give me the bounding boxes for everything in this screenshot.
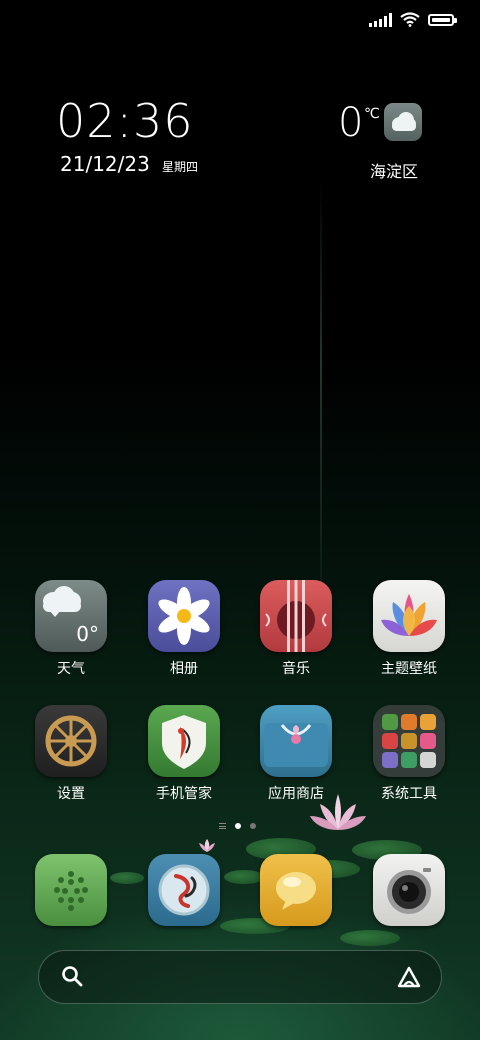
signal-icon xyxy=(369,12,392,27)
themes-icon xyxy=(373,580,445,652)
wifi-icon xyxy=(400,12,420,27)
app-label: 音乐 xyxy=(282,661,310,677)
weather-temperature-unit: ℃ xyxy=(364,106,380,122)
security-icon xyxy=(148,705,220,777)
app-label: 相册 xyxy=(170,661,198,677)
battery-icon xyxy=(428,13,457,26)
app-weather[interactable]: 0° 天气 xyxy=(21,580,121,678)
dock-camera[interactable] xyxy=(359,854,459,926)
app-settings[interactable]: 设置 xyxy=(21,705,121,803)
weather-icon: 0° xyxy=(35,580,107,652)
app-label: 手机管家 xyxy=(156,786,212,802)
app-store[interactable]: 应用商店 xyxy=(246,705,346,803)
clock-time[interactable]: 02:36 xyxy=(56,94,194,148)
page-indicator[interactable] xyxy=(219,823,256,829)
app-label: 主题壁纸 xyxy=(381,661,437,677)
app-label: 设置 xyxy=(57,786,85,802)
tools-folder-icon xyxy=(373,705,445,777)
app-gallery[interactable]: 相册 xyxy=(134,580,234,678)
assistant-icon[interactable] xyxy=(397,966,421,988)
app-security[interactable]: 手机管家 xyxy=(134,705,234,803)
app-store-icon xyxy=(260,705,332,777)
page-dot xyxy=(250,823,256,829)
phone-icon xyxy=(35,854,107,926)
clock-weekday[interactable]: 星期四 xyxy=(162,158,198,175)
app-themes[interactable]: 主题壁纸 xyxy=(359,580,459,678)
app-label: 系统工具 xyxy=(381,786,437,802)
menu-lines-icon xyxy=(219,823,226,829)
app-label: 应用商店 xyxy=(268,786,324,802)
app-label: 天气 xyxy=(57,661,85,677)
music-icon xyxy=(260,580,332,652)
page-dot-active xyxy=(235,823,241,829)
weather-location[interactable]: 海淀区 xyxy=(370,158,418,182)
dock-phone[interactable] xyxy=(21,854,121,926)
search-bar[interactable] xyxy=(38,950,442,1004)
status-bar xyxy=(369,12,457,27)
dock-browser[interactable] xyxy=(134,854,234,926)
settings-icon xyxy=(35,705,107,777)
clock-date[interactable]: 21/12/23 xyxy=(60,152,150,176)
dock-messaging[interactable] xyxy=(246,854,346,926)
weather-temperature[interactable]: 0 xyxy=(338,100,363,146)
app-music[interactable]: 音乐 xyxy=(246,580,346,678)
messaging-icon xyxy=(260,854,332,926)
wallpaper-streak xyxy=(320,180,322,640)
gallery-icon xyxy=(148,580,220,652)
browser-icon xyxy=(148,854,220,926)
cloud-icon[interactable] xyxy=(384,103,422,141)
search-icon[interactable] xyxy=(61,965,83,987)
camera-icon xyxy=(373,854,445,926)
app-tools-folder[interactable]: 系统工具 xyxy=(359,705,459,803)
weather-app-temp: 0° xyxy=(76,622,99,646)
